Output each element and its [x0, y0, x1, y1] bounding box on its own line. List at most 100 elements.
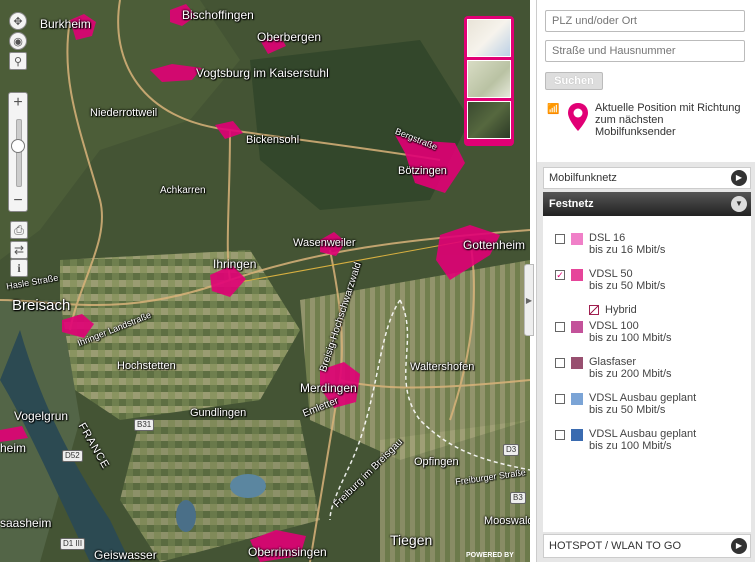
powered-by-label: POWERED BY: [466, 552, 514, 559]
section-festnetz[interactable]: Festnetz ▼: [543, 192, 751, 216]
place-hochstetten: Hochstetten: [117, 360, 176, 372]
place-opfingen: Opfingen: [414, 456, 459, 468]
place-vogelgrun: Vogelgrun: [14, 409, 69, 423]
layer-title: Glasfaser: [589, 356, 637, 368]
satellite-imagery: [0, 0, 530, 562]
map-type-terrain[interactable]: [467, 60, 511, 98]
zoom-slider-handle[interactable]: [11, 139, 25, 153]
road-shield-b3: B3: [510, 492, 526, 504]
place-gottenheim: Gottenheim: [463, 238, 526, 252]
layer-dsl16[interactable]: DSL 16 bis zu 16 Mbit/s: [555, 232, 745, 262]
place-ihringen: Ihringen: [213, 257, 257, 271]
hybrid-label: Hybrid: [605, 304, 637, 316]
checkbox-vdsl100[interactable]: [555, 322, 565, 332]
pan-icon[interactable]: ✥: [9, 12, 27, 30]
layer-vdsl-ausbau-100[interactable]: VDSL Ausbau geplant bis zu 100 Mbit/s: [555, 428, 745, 458]
place-saasheim: saasheim: [0, 516, 52, 530]
layer-vdsl-ausbau-50[interactable]: VDSL Ausbau geplant bis zu 50 Mbit/s: [555, 392, 745, 422]
color-swatch: [571, 429, 583, 441]
layer-subtitle: bis zu 200 Mbit/s: [589, 368, 672, 380]
place-gundlingen: Gundlingen: [190, 407, 247, 419]
layer-text: VDSL Ausbau geplant bis zu 100 Mbit/s: [589, 428, 696, 452]
place-waltershofen: Waltershofen: [410, 361, 475, 373]
layer-subtitle: bis zu 100 Mbit/s: [589, 332, 672, 344]
layer-glasfaser[interactable]: Glasfaser bis zu 200 Mbit/s: [555, 356, 745, 386]
zoom-slider-track[interactable]: [16, 119, 22, 187]
checkbox-vdsl50[interactable]: ✓: [555, 270, 565, 280]
zoom-in-button[interactable]: +: [9, 95, 27, 111]
section-festnetz-label: Festnetz: [549, 198, 594, 210]
layer-vdsl50[interactable]: ✓ VDSL 50 bis zu 50 Mbit/s Hybrid: [555, 268, 745, 316]
share-icon[interactable]: ⇄: [10, 241, 28, 259]
color-swatch: [571, 233, 583, 245]
color-swatch: [571, 357, 583, 369]
layer-title: VDSL Ausbau geplant: [589, 428, 697, 440]
layer-subtitle: bis zu 50 Mbit/s: [589, 280, 666, 292]
arrow-right-icon: ▶: [731, 538, 747, 554]
section-mobilfunknetz-label: Mobilfunknetz: [549, 172, 617, 184]
place-bischoffingen: Bischoffingen: [182, 8, 254, 22]
antenna-icon: 📶: [547, 104, 560, 115]
locate-icon[interactable]: ◉: [9, 32, 27, 50]
layer-subtitle: bis zu 100 Mbit/s: [589, 440, 672, 452]
place-geiswasser: Geiswasser: [94, 548, 157, 562]
current-position-option[interactable]: 📶 Aktuelle Position mit Richtung zum näc…: [545, 100, 751, 150]
map-type-road[interactable]: [467, 19, 511, 57]
layer-text: DSL 16 bis zu 16 Mbit/s: [589, 232, 665, 256]
sidebar: Suchen 📶 Aktuelle Position mit Richtung …: [536, 0, 755, 562]
layer-text: VDSL 50 bis zu 50 Mbit/s: [589, 268, 665, 292]
print-icon[interactable]: ⎙: [10, 221, 28, 239]
color-swatch: [571, 321, 583, 333]
color-swatch: [571, 393, 583, 405]
checkbox-glasfaser[interactable]: [555, 358, 565, 368]
place-niederrotweil: Niederrottweil: [90, 107, 158, 119]
section-hotspot-label: HOTSPOT / WLAN TO GO: [549, 540, 682, 552]
place-oberbergen: Oberbergen: [257, 30, 322, 44]
place-merdingen: Merdingen: [300, 381, 357, 395]
checkbox-vdsl-ausbau-100[interactable]: [555, 430, 565, 440]
section-mobilfunknetz[interactable]: Mobilfunknetz ▶: [543, 167, 751, 189]
place-achkarren: Achkarren: [160, 185, 206, 196]
checkbox-dsl16[interactable]: [555, 234, 565, 244]
sidebar-toggle[interactable]: ▶: [524, 264, 534, 336]
place-oberrimsingen: Oberrimsingen: [248, 545, 327, 559]
street-input[interactable]: [545, 40, 745, 62]
layer-title: VDSL Ausbau geplant: [589, 392, 697, 404]
arrow-right-icon: ▶: [731, 170, 747, 186]
layer-subtitle: bis zu 50 Mbit/s: [589, 404, 666, 416]
map-type-switcher: [464, 16, 514, 146]
road-shield-d3: D3: [503, 444, 520, 456]
place-heim: heim: [0, 441, 27, 455]
checkbox-vdsl-ausbau-50[interactable]: [555, 394, 565, 404]
street-view-icon[interactable]: ⚲: [9, 52, 27, 70]
place-tiegen: Tiegen: [390, 532, 433, 548]
zoom-control: + −: [8, 92, 28, 212]
place-wasenweiler: Wasenweiler: [293, 237, 356, 249]
road-shield-d52: D52: [62, 450, 83, 462]
search-button[interactable]: Suchen: [545, 72, 603, 90]
current-position-text: Aktuelle Position mit Richtung zum nächs…: [595, 102, 741, 138]
layer-title: DSL 16: [589, 232, 626, 244]
layer-text: VDSL 100 bis zu 100 Mbit/s: [589, 320, 672, 344]
road-shield-b31: B31: [134, 419, 155, 431]
layer-title: VDSL 100: [589, 320, 639, 332]
plz-ort-input[interactable]: [545, 10, 745, 32]
location-pin-icon: [568, 103, 588, 131]
layer-subtitle: bis zu 16 Mbit/s: [589, 244, 666, 256]
layer-title: VDSL 50: [589, 268, 633, 280]
road-shield-d1iii: D1 III: [60, 538, 86, 550]
arrow-down-icon: ▼: [731, 196, 747, 212]
map-type-satellite[interactable]: [467, 101, 511, 139]
place-vogtsburg: Vogtsburg im Kaiserstuhl: [196, 66, 329, 80]
zoom-out-button[interactable]: −: [9, 193, 27, 209]
color-swatch: [571, 269, 583, 281]
chevron-right-icon: ▶: [525, 295, 533, 305]
place-breisach: Breisach: [12, 297, 71, 314]
place-burkheim: Burkheim: [40, 17, 91, 31]
layer-vdsl100[interactable]: VDSL 100 bis zu 100 Mbit/s: [555, 320, 745, 350]
map-view[interactable]: Burkheim Bischoffingen Oberbergen Vogtsb…: [0, 0, 530, 562]
layer-text: Glasfaser bis zu 200 Mbit/s: [589, 356, 672, 380]
info-icon[interactable]: i: [10, 259, 28, 277]
place-mooswald: Mooswald: [484, 515, 530, 527]
section-hotspot[interactable]: HOTSPOT / WLAN TO GO ▶: [543, 534, 751, 558]
